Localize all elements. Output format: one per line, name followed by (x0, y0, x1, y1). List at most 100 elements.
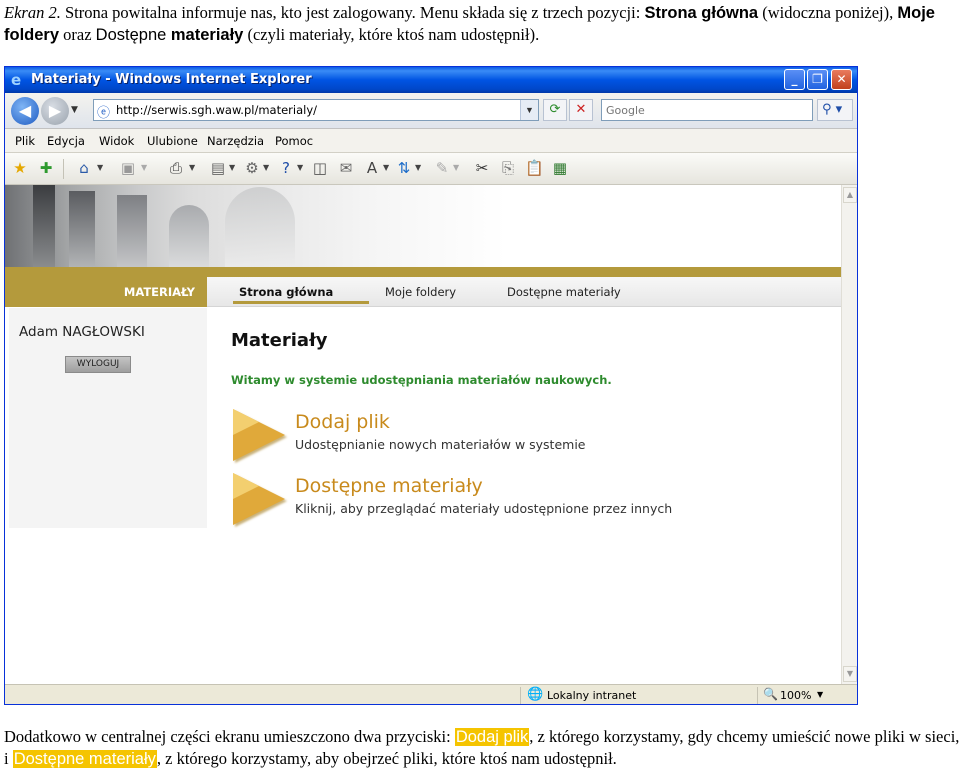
close-button[interactable]: ✕ (831, 69, 852, 90)
help-icon[interactable]: ? (277, 159, 295, 177)
document-intro-paragraph: Ekran 2. Strona powitalna informuje nas,… (4, 2, 960, 46)
logout-button[interactable]: WYLOGUJ (65, 356, 131, 373)
address-toolbar: ◀ ▶ ▼ ⓔ http://serwis.sgh.waw.pl/materia… (5, 93, 857, 129)
page-menu-icon[interactable]: ▤ (209, 159, 227, 177)
vertical-scrollbar[interactable]: ▲ ▼ (841, 185, 857, 684)
gold-arrow-highlight (233, 473, 259, 499)
history-dropdown-icon[interactable]: ▼ (71, 105, 78, 115)
banner-decor (117, 195, 147, 267)
toolbar-separator (63, 159, 64, 179)
banner-decor (169, 205, 209, 267)
search-icon[interactable]: ⚲ ▾ (817, 99, 853, 121)
tools-dropdown-icon[interactable]: ▼ (263, 163, 269, 172)
feeds-dropdown-icon[interactable]: ▼ (141, 163, 147, 172)
home-dropdown-icon[interactable]: ▼ (97, 163, 103, 172)
stop-icon[interactable]: ✕ (569, 99, 593, 121)
copy-icon[interactable]: ⎘ (499, 159, 517, 177)
add-favorites-icon[interactable]: ✚ (37, 159, 55, 177)
intro-text-1: Strona powitalna informuje nas, kto jest… (60, 3, 645, 22)
paste-icon[interactable]: 📋 (525, 159, 544, 177)
add-file-button[interactable]: Dodaj plik Udostępnianie nowych materiał… (231, 407, 751, 463)
status-divider (520, 687, 521, 704)
intro-bold-materials: materiały (170, 26, 244, 44)
menu-item-favorites[interactable]: Ulubione (147, 134, 198, 148)
translate-dropdown-icon[interactable]: ▼ (415, 163, 421, 172)
intro-sans-available: Dostępne (95, 26, 171, 44)
research-icon[interactable]: ◫ (311, 159, 329, 177)
zoom-dropdown-icon[interactable]: ▼ (817, 690, 823, 699)
zoom-icon[interactable]: 🔍 (763, 687, 778, 701)
intranet-globe-icon: 🌐 (527, 687, 544, 702)
ie-icon: e (11, 71, 22, 89)
page-title: Materiały (231, 330, 328, 351)
pen-icon[interactable]: ✎ (433, 159, 451, 177)
banner-decor (69, 191, 95, 267)
minimize-button[interactable]: _ (784, 69, 805, 90)
banner-decor (225, 187, 295, 267)
available-materials-label[interactable]: Dostępne materiały (295, 475, 483, 497)
scroll-down-icon[interactable]: ▼ (843, 666, 857, 682)
pen-dropdown-icon[interactable]: ▼ (453, 163, 459, 172)
user-name: Adam NAGŁOWSKI (19, 324, 145, 340)
menu-item-edit[interactable]: Edycja (47, 134, 85, 148)
window-titlebar[interactable]: e Materiały - Windows Internet Explorer … (5, 67, 857, 93)
mail-icon[interactable]: ✉ (337, 159, 355, 177)
search-input[interactable] (602, 100, 812, 120)
print-dropdown-icon[interactable]: ▼ (189, 163, 195, 172)
tools-gear-icon[interactable]: ⚙ (243, 159, 261, 177)
section-label: MATERIAŁY (5, 277, 207, 307)
search-box[interactable] (601, 99, 813, 121)
screen-caption-label: Ekran 2. (4, 3, 61, 22)
gold-arrow-highlight (233, 409, 259, 435)
explanation-text-3: , z którego korzystamy, aby obejrzeć pli… (156, 749, 617, 768)
status-bar: 🌐 Lokalny intranet 🔍 100% ▼ (5, 684, 857, 704)
menu-item-tools[interactable]: Narzędzia (207, 134, 264, 148)
page-icon: ⓔ (97, 106, 111, 121)
scroll-up-icon[interactable]: ▲ (843, 187, 857, 203)
security-zone: Lokalny intranet (547, 689, 637, 702)
header-photo-banner (5, 185, 841, 267)
menu-item-file[interactable]: Plik (15, 134, 35, 148)
site-navigation: MATERIAŁY Strona główna Moje foldery Dos… (5, 277, 841, 307)
font-size-icon[interactable]: A (363, 159, 381, 177)
address-dropdown-icon[interactable]: ▼ (520, 100, 538, 120)
zoom-level[interactable]: 100% (780, 689, 811, 702)
highlight-available-materials: Dostępne materiały (12, 750, 157, 768)
status-divider (757, 687, 758, 704)
menu-item-view[interactable]: Widok (99, 134, 134, 148)
select-all-icon[interactable]: ▦ (551, 159, 569, 177)
print-icon[interactable]: ⎙ (167, 159, 185, 177)
translate-icon[interactable]: ⇅ (395, 159, 413, 177)
intro-text-2: (widoczna poniżej), (758, 3, 898, 22)
add-file-label[interactable]: Dodaj plik (295, 411, 390, 433)
favorites-star-icon[interactable]: ★ (11, 159, 29, 177)
address-input[interactable]: ⓔ http://serwis.sgh.waw.pl/materialy/ ▼ (93, 99, 539, 121)
help-dropdown-icon[interactable]: ▼ (297, 163, 303, 172)
cut-icon[interactable]: ✂ (473, 159, 491, 177)
document-explanation-paragraph: Dodatkowo w centralnej części ekranu umi… (4, 726, 960, 770)
forward-arrow-icon[interactable]: ▶ (41, 97, 69, 125)
page-content: MATERIAŁY Strona główna Moje foldery Dos… (5, 185, 841, 684)
menu-item-help[interactable]: Pomoc (275, 134, 313, 148)
available-materials-button[interactable]: Dostępne materiały Kliknij, aby przegląd… (231, 471, 751, 527)
address-text[interactable]: http://serwis.sgh.waw.pl/materialy/ (116, 103, 317, 117)
user-panel: Adam NAGŁOWSKI WYLOGUJ (9, 308, 207, 528)
banner-decor (33, 185, 55, 267)
font-dropdown-icon[interactable]: ▼ (383, 163, 389, 172)
feeds-icon[interactable]: ▣ (119, 159, 137, 177)
nav-home[interactable]: Strona główna (239, 285, 333, 299)
home-icon[interactable]: ⌂ (75, 159, 93, 177)
intro-bold-home: Strona główna (644, 4, 759, 22)
welcome-message: Witamy w systemie udostępniania materiał… (231, 373, 612, 387)
command-bar: ★ ✚ ⌂ ▼ ▣ ▼ ⎙ ▼ ▤ ▼ ⚙ ▼ ? ▼ ◫ ✉ A ▼ ⇅ ▼ … (5, 153, 857, 185)
maximize-button[interactable]: ❐ (807, 69, 828, 90)
back-arrow-icon[interactable]: ◀ (11, 97, 39, 125)
nav-my-folders[interactable]: Moje foldery (385, 285, 456, 299)
intro-text-4: (czyli materiały, które ktoś nam udostęp… (243, 25, 540, 44)
window-title: Materiały - Windows Internet Explorer (31, 72, 312, 87)
explanation-text-1: Dodatkowo w centralnej części ekranu umi… (4, 727, 455, 746)
nav-available-materials[interactable]: Dostępne materiały (507, 285, 621, 299)
refresh-icon[interactable]: ⟳ (543, 99, 567, 121)
add-file-description: Udostępnianie nowych materiałów w system… (295, 437, 586, 452)
page-dropdown-icon[interactable]: ▼ (229, 163, 235, 172)
